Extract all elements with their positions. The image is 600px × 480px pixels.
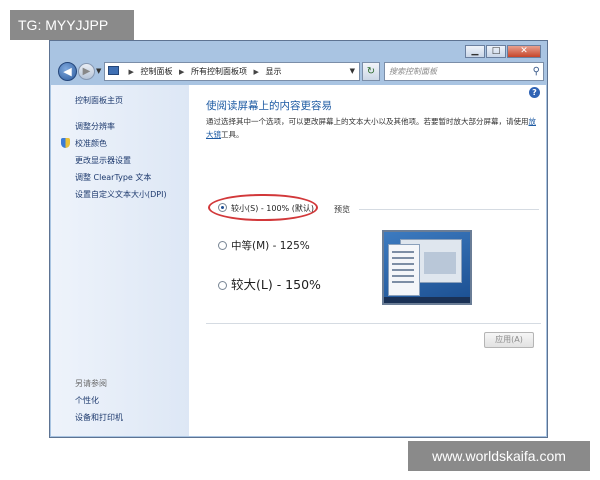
sidebar-item-devices-printers[interactable]: 设备和打印机 <box>75 412 123 423</box>
sidebar-item-custom-dpi[interactable]: 设置自定义文本大小(DPI) <box>75 189 167 200</box>
breadcrumb-display[interactable]: 显示 <box>265 67 281 76</box>
search-input[interactable]: 搜索控制面板 ⚲ <box>384 62 544 81</box>
control-panel-window: ▁ □ ✕ ◀ ▶ ▼ ▶ 控制面板 ▶ 所有控制面板项 ▶ 显示 ▼ ↻ 搜索… <box>49 40 548 438</box>
forward-icon[interactable]: ▶ <box>78 63 95 80</box>
option-larger[interactable]: 较大(L) - 150% <box>218 274 321 293</box>
breadcrumb-control-panel[interactable]: 控制面板 <box>140 67 172 76</box>
watermark-top: TG: MYYJJPP <box>10 10 134 40</box>
sidebar-item-calibrate-color[interactable]: 校准颜色 <box>75 138 107 149</box>
option-smaller[interactable]: 较小(S) - 100% (默认) <box>218 203 314 214</box>
search-placeholder: 搜索控制面板 <box>389 67 437 76</box>
radio-button[interactable] <box>218 241 227 250</box>
sidebar: 控制面板主页 调整分辨率 校准颜色 更改显示器设置 调整 ClearType 文… <box>51 85 189 436</box>
preview-label: 预览 <box>334 205 350 214</box>
preview-taskbar <box>384 297 470 303</box>
preview-divider <box>359 209 539 210</box>
preview-dialog-icon <box>388 244 420 296</box>
history-dropdown-icon[interactable]: ▼ <box>96 67 101 75</box>
address-bar[interactable]: ▶ 控制面板 ▶ 所有控制面板项 ▶ 显示 ▼ <box>104 62 360 81</box>
content-area: 控制面板主页 调整分辨率 校准颜色 更改显示器设置 调整 ClearType 文… <box>51 85 546 436</box>
radio-button[interactable] <box>218 281 227 290</box>
refresh-icon[interactable]: ↻ <box>362 62 380 81</box>
folder-icon <box>108 66 119 75</box>
back-icon[interactable]: ◀ <box>58 62 77 81</box>
radio-button-checked[interactable] <box>218 203 227 212</box>
description-text: 通过选择其中一个选项，可以更改屏幕上的文本大小以及其他项。若要暂时放大部分屏幕，… <box>206 117 529 126</box>
sidebar-item-cleartype[interactable]: 调整 ClearType 文本 <box>75 172 151 183</box>
minimize-button[interactable]: ▁ <box>465 45 485 58</box>
close-button[interactable]: ✕ <box>507 45 541 58</box>
page-title: 使阅读屏幕上的内容更容易 <box>206 100 332 112</box>
maximize-button[interactable]: □ <box>486 45 506 58</box>
window-controls: ▁ □ ✕ <box>464 45 541 58</box>
sidebar-item-personalization[interactable]: 个性化 <box>75 395 99 406</box>
shield-icon <box>61 138 70 148</box>
apply-button[interactable]: 应用(A) <box>484 332 534 348</box>
page-description: 通过选择其中一个选项，可以更改屏幕上的文本大小以及其他项。若要暂时放大部分屏幕，… <box>206 115 541 141</box>
divider <box>206 323 541 324</box>
option-medium[interactable]: 中等(M) - 125% <box>218 238 310 253</box>
navigation-bar: ◀ ▶ ▼ ▶ 控制面板 ▶ 所有控制面板项 ▶ 显示 ▼ ↻ 搜索控制面板 ⚲ <box>50 59 547 83</box>
title-bar: ▁ □ ✕ <box>50 41 547 59</box>
preview-image <box>382 230 472 305</box>
see-also-heading: 另请参阅 <box>75 379 107 388</box>
option-label: 中等(M) - 125% <box>231 240 310 252</box>
sidebar-item-display-settings[interactable]: 更改显示器设置 <box>75 155 131 166</box>
option-label: 较小(S) - 100% (默认) <box>231 204 314 213</box>
description-text-end: 工具。 <box>221 130 244 139</box>
watermark-bottom: www.worldskaifa.com <box>408 441 590 471</box>
search-icon[interactable]: ⚲ <box>533 63 540 80</box>
chevron-right-icon[interactable]: ▶ <box>129 68 134 76</box>
sidebar-item-home[interactable]: 控制面板主页 <box>75 95 123 106</box>
main-panel: 使阅读屏幕上的内容更容易 通过选择其中一个选项，可以更改屏幕上的文本大小以及其他… <box>206 85 541 436</box>
preview-content-block <box>424 252 456 274</box>
chevron-down-icon[interactable]: ▼ <box>350 63 355 80</box>
sidebar-item-resolution[interactable]: 调整分辨率 <box>75 121 115 132</box>
chevron-right-icon[interactable]: ▶ <box>254 68 259 76</box>
breadcrumb-all-items[interactable]: 所有控制面板项 <box>191 67 247 76</box>
option-label: 较大(L) - 150% <box>231 277 321 292</box>
chevron-right-icon[interactable]: ▶ <box>179 68 184 76</box>
